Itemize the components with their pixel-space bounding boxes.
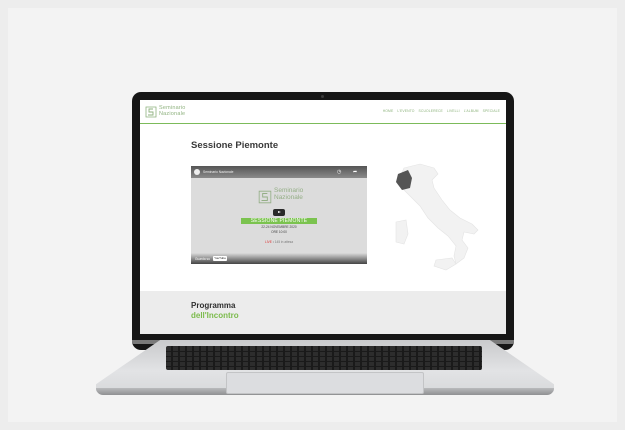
channel-avatar[interactable]	[194, 169, 200, 175]
nav-item-evento[interactable]: L'EVENTO	[397, 109, 414, 113]
logo-line-2: Nazionale	[159, 111, 186, 117]
program-heading-line-2: dell'Incontro	[191, 311, 239, 320]
live-waiting: • 145 in attesa	[272, 240, 294, 244]
logo-mark-icon[interactable]	[145, 106, 157, 118]
nav-item-speciale[interactable]: SPECIALE	[483, 109, 500, 113]
video-logo: Seminario Nazionale	[274, 187, 303, 201]
key-row-gap	[166, 356, 482, 357]
video-title[interactable]: Seminario Nazionale	[203, 170, 233, 174]
site-header: Seminario Nazionale HOME L'EVENTO SCUOLE…	[140, 100, 506, 124]
session-badge: SESSIONE PIEMONTE	[241, 218, 317, 224]
key-row-gap	[166, 351, 482, 352]
nav-item-album[interactable]: L'ALBUM	[464, 109, 479, 113]
video-logo-line-2: Nazionale	[274, 193, 303, 201]
sicily-shape	[433, 257, 457, 271]
youtube-logo[interactable]: YouTube	[213, 256, 227, 261]
nav-item-home[interactable]: HOME	[383, 109, 394, 113]
video-logo-mark-icon	[258, 190, 272, 204]
key-row-gap	[166, 366, 482, 367]
laptop-screen: Seminario Nazionale HOME L'EVENTO SCUOLE…	[140, 100, 506, 334]
watch-on-label[interactable]: Guarda su	[195, 257, 210, 261]
live-status: LIVE • 145 in attesa	[191, 240, 367, 244]
italy-map	[395, 163, 479, 271]
nav-item-livelli[interactable]: LIVELLI	[447, 109, 460, 113]
page-title: Sessione Piemonte	[191, 140, 279, 151]
share-icon[interactable]: ➦	[353, 169, 357, 175]
webcam	[321, 95, 324, 98]
event-time: ORE 10:00	[271, 230, 287, 234]
program-heading-line-1: Programma	[191, 301, 236, 310]
header-accent-line	[140, 123, 506, 124]
site-logo[interactable]: Seminario Nazionale	[159, 105, 186, 117]
key-row-gap	[166, 361, 482, 362]
event-date: 22-24 NOVEMBRE 2020	[261, 225, 297, 229]
main-nav: HOME L'EVENTO SCUOLERECE LIVELLI L'ALBUM…	[383, 109, 500, 113]
sardinia-shape	[395, 219, 409, 245]
live-label: LIVE	[264, 240, 272, 244]
play-icon[interactable]	[273, 209, 285, 216]
nav-item-scuole[interactable]: SCUOLERECE	[419, 109, 443, 113]
trackpad	[226, 372, 424, 394]
video-player[interactable]: Seminario Nazionale ◷ ➦ Seminario Nazion…	[191, 166, 367, 264]
clock-icon[interactable]: ◷	[337, 169, 341, 175]
keyboard	[166, 346, 482, 370]
